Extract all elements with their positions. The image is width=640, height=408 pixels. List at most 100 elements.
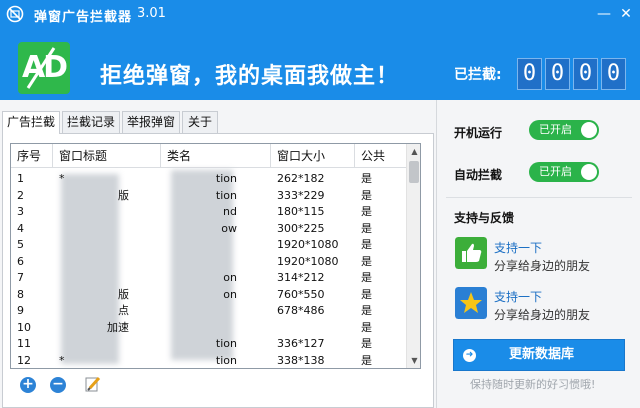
table-cell: 7	[17, 271, 24, 284]
table-cell: 5	[17, 238, 24, 251]
table-cell: 6	[17, 254, 24, 268]
support-subtitle: 分享给身边的朋友	[494, 259, 591, 273]
toggle-knob	[581, 122, 597, 138]
column-header[interactable]: 公共	[355, 144, 406, 168]
table-row[interactable]: 12 * tion 338*138 是	[11, 352, 406, 369]
tab-block-log[interactable]: 拦截记录	[62, 111, 120, 133]
startup-label: 开机运行	[454, 126, 503, 140]
table-cell	[167, 253, 267, 270]
edit-icon[interactable]	[84, 375, 102, 393]
table-row[interactable]: 11 tion 336*127 是	[11, 335, 406, 352]
slogan: 拒绝弹窗，我的桌面我做主！	[100, 64, 400, 89]
table-cell: 1	[17, 172, 24, 185]
table-cell	[277, 319, 355, 336]
support-title: 支持与反馈	[454, 211, 515, 225]
table-cell	[167, 319, 267, 336]
table-cell: tion	[215, 337, 237, 350]
table-cell: 1920*1080	[277, 238, 339, 251]
column-header[interactable]: 序号	[11, 144, 53, 168]
update-label: 更新数据库	[509, 347, 575, 362]
table-cell: 9	[17, 304, 24, 317]
divider	[446, 197, 632, 198]
table-row[interactable]: 7 on 314*212 是	[11, 269, 406, 286]
no-ads-icon	[6, 5, 24, 23]
tab-report-popup[interactable]: 举报弹窗	[122, 111, 180, 133]
table-row[interactable]: 4 ow 300*225 是	[11, 220, 406, 237]
table-cell: on	[223, 271, 237, 284]
remove-button[interactable]: −	[50, 377, 66, 393]
star-icon[interactable]	[455, 287, 487, 319]
table-cell: 760*550	[277, 287, 325, 301]
table-cell: 336*127	[277, 337, 325, 350]
table-cell: tion	[215, 172, 237, 185]
table-cell: 3	[17, 205, 24, 218]
table-cell: 是	[361, 320, 372, 334]
table-cell: 是	[361, 304, 372, 317]
tab-about[interactable]: 关于	[182, 111, 218, 133]
scroll-up-icon[interactable]: ▲	[407, 144, 420, 159]
table-cell	[167, 302, 267, 319]
table-row[interactable]: 1 * tion 262*182 是	[11, 170, 406, 187]
update-hint: 保持随时更新的好习惯哦!	[470, 378, 596, 391]
table-cell: 8	[17, 287, 24, 301]
table-scrollbar[interactable]: ▲ ▼	[406, 144, 420, 368]
table-cell	[59, 203, 159, 220]
startup-toggle[interactable]: 已开启	[529, 120, 599, 140]
table-row[interactable]: 3 nd 180*115 是	[11, 203, 406, 220]
table-row[interactable]: 2 版 tion 333*229 是	[11, 187, 406, 204]
table-cell: 678*486	[277, 304, 325, 317]
app-version: 3.01	[137, 6, 166, 21]
tab-ad-block[interactable]: 广告拦截	[2, 111, 60, 134]
table-cell: 262*182	[277, 172, 325, 185]
table-cell	[59, 220, 159, 237]
scroll-thumb[interactable]	[409, 161, 419, 183]
table-row[interactable]: 10 加速 是	[11, 319, 406, 336]
support-link[interactable]: 支持一下	[494, 239, 542, 256]
table-cell: 2	[17, 188, 24, 202]
table-cell: 12	[17, 353, 31, 367]
table-cell: 是	[361, 205, 372, 218]
blocked-digit: 0	[517, 58, 542, 90]
table-row[interactable]: 6 1920*1080 是	[11, 253, 406, 270]
column-header[interactable]: 类名	[161, 144, 271, 168]
table-row[interactable]: 9 点 678*486 是	[11, 302, 406, 319]
minimize-button[interactable]: —	[594, 4, 614, 24]
table-cell: ow	[221, 221, 237, 235]
table-cell: tion	[215, 353, 237, 367]
close-button[interactable]: ✕	[616, 4, 636, 24]
column-header[interactable]: 窗口大小	[271, 144, 355, 168]
column-header[interactable]: 窗口标题	[53, 144, 161, 168]
table-cell: 是	[361, 221, 372, 235]
table-cell: 338*138	[277, 353, 325, 367]
table-cell: 是	[361, 172, 372, 185]
table-cell	[167, 236, 267, 253]
table-cell: 4	[17, 221, 24, 235]
table-cell	[59, 236, 159, 253]
toggle-knob	[581, 164, 597, 180]
table-cell: 333*229	[277, 188, 325, 202]
table-cell	[59, 269, 159, 286]
table-cell	[59, 335, 159, 352]
logo-strike-icon	[26, 47, 56, 89]
table-cell: *	[59, 172, 65, 185]
table-cell: 是	[361, 337, 372, 350]
table-cell: 314*212	[277, 271, 325, 284]
title-bar: 弹窗广告拦截器 3.01 — ✕	[0, 0, 640, 28]
window-list-table[interactable]: 序号 窗口标题 类名 窗口大小 公共 1 * tion 262*182 是 2 版 tion 3…	[10, 143, 421, 369]
blocked-digit: 0	[545, 58, 570, 90]
scroll-down-icon[interactable]: ▼	[407, 353, 420, 368]
table-cell: 是	[361, 188, 372, 202]
table-cell: 1920*1080	[277, 254, 339, 268]
thumbs-up-icon[interactable]	[455, 237, 487, 269]
table-cell: 加速	[107, 320, 129, 334]
auto-block-toggle[interactable]: 已开启	[529, 162, 599, 182]
table-header: 序号 窗口标题 类名 窗口大小 公共	[11, 144, 406, 168]
blocked-count-label: 已拦截:	[454, 67, 502, 83]
support-link[interactable]: 支持一下	[494, 288, 542, 305]
add-button[interactable]: +	[20, 377, 36, 393]
table-row[interactable]: 8 版 on 760*550 是	[11, 286, 406, 303]
update-database-button[interactable]: ➜ 更新数据库	[453, 339, 625, 371]
app-title: 弹窗广告拦截器	[34, 10, 133, 25]
table-row[interactable]: 5 1920*1080 是	[11, 236, 406, 253]
auto-block-label: 自动拦截	[454, 168, 503, 182]
